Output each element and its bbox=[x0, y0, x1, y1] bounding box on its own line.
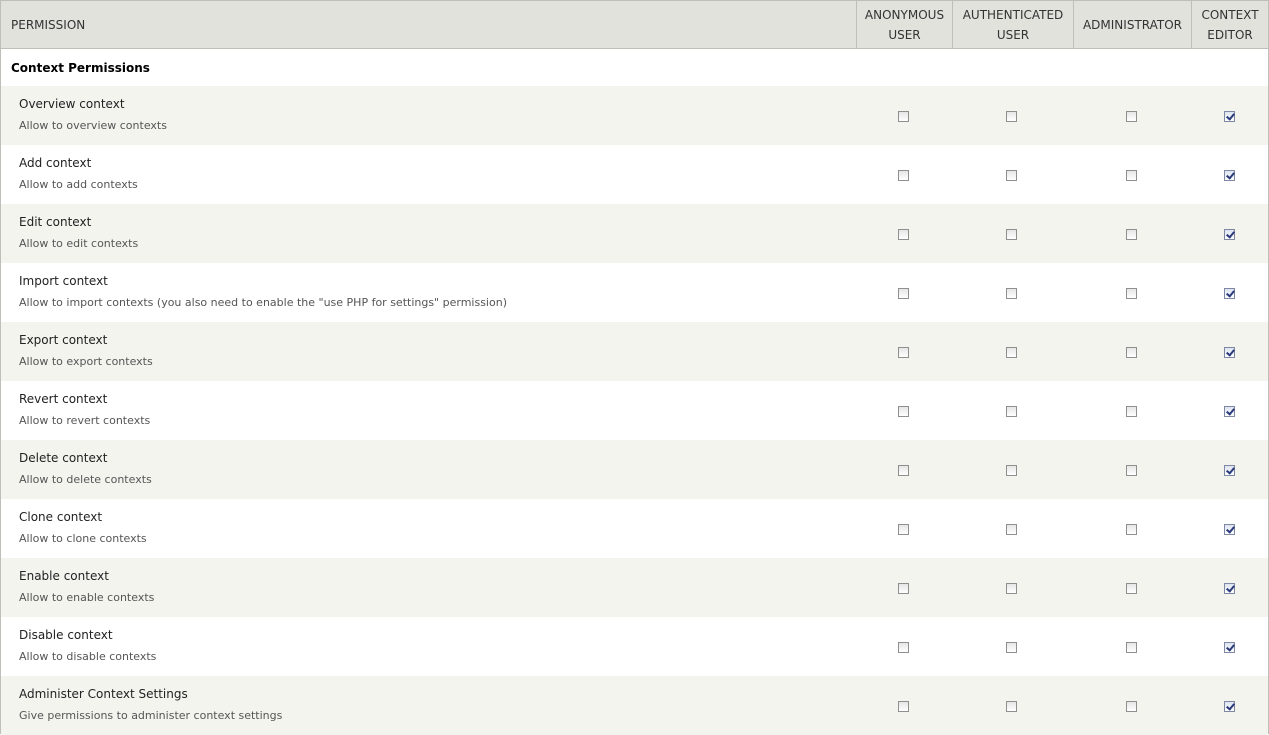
checkbox-context-editor[interactable] bbox=[1224, 170, 1235, 181]
checkbox-administrator[interactable] bbox=[1126, 524, 1137, 535]
checkbox-authenticated-user[interactable] bbox=[1006, 701, 1017, 712]
checkbox-anonymous-user[interactable] bbox=[898, 170, 909, 181]
permission-description: Allow to clone contexts bbox=[19, 532, 147, 545]
checkbox-context-editor[interactable] bbox=[1224, 701, 1235, 712]
checkbox-administrator[interactable] bbox=[1126, 583, 1137, 594]
checkbox-authenticated-user[interactable] bbox=[1006, 111, 1017, 122]
checkbox-context-editor[interactable] bbox=[1224, 406, 1235, 417]
checkbox-authenticated-user[interactable] bbox=[1006, 170, 1017, 181]
checkbox-administrator[interactable] bbox=[1126, 465, 1137, 476]
table-row: Clone context Allow to clone contexts bbox=[1, 499, 1268, 558]
module-title: Context Permissions bbox=[11, 61, 150, 75]
permission-name: Edit context bbox=[19, 215, 92, 229]
table-row: Disable context Allow to disable contexts bbox=[1, 617, 1268, 676]
permission-description: Allow to revert contexts bbox=[19, 414, 151, 427]
permission-description: Allow to edit contexts bbox=[19, 237, 139, 250]
checkbox-administrator[interactable] bbox=[1126, 111, 1137, 122]
checkbox-anonymous-user[interactable] bbox=[898, 406, 909, 417]
permissions-table: PERMISSION ANONYMOUS USER AUTHENTICATED … bbox=[0, 0, 1269, 735]
permission-description: Allow to disable contexts bbox=[19, 650, 157, 663]
checkbox-anonymous-user[interactable] bbox=[898, 583, 909, 594]
checkbox-administrator[interactable] bbox=[1126, 347, 1137, 358]
checkbox-context-editor[interactable] bbox=[1224, 347, 1235, 358]
module-row: Context Permissions bbox=[1, 49, 1268, 86]
checkbox-context-editor[interactable] bbox=[1224, 583, 1235, 594]
table-row: Administer Context Settings Give permissi… bbox=[1, 676, 1268, 735]
table-row: Enable context Allow to enable contexts bbox=[1, 558, 1268, 617]
permission-name: Import context bbox=[19, 274, 108, 288]
checkbox-anonymous-user[interactable] bbox=[898, 465, 909, 476]
checkbox-authenticated-user[interactable] bbox=[1006, 524, 1017, 535]
column-header-permission[interactable]: PERMISSION bbox=[1, 1, 856, 48]
checkbox-authenticated-user[interactable] bbox=[1006, 642, 1017, 653]
checkbox-anonymous-user[interactable] bbox=[898, 347, 909, 358]
permission-description: Allow to import contexts (you also need … bbox=[19, 296, 507, 309]
checkbox-administrator[interactable] bbox=[1126, 288, 1137, 299]
table-row: Overview context Allow to overview contex… bbox=[1, 86, 1268, 145]
checkbox-anonymous-user[interactable] bbox=[898, 701, 909, 712]
permission-name: Clone context bbox=[19, 510, 103, 524]
column-header-administrator[interactable]: ADMINISTRATOR bbox=[1073, 1, 1191, 48]
table-row: Export context Allow to export contexts bbox=[1, 322, 1268, 381]
column-header-authenticated-user[interactable]: AUTHENTICATED USER bbox=[952, 1, 1073, 48]
checkbox-context-editor[interactable] bbox=[1224, 642, 1235, 653]
checkbox-administrator[interactable] bbox=[1126, 642, 1137, 653]
permission-description: Allow to delete contexts bbox=[19, 473, 152, 486]
permission-description: Allow to enable contexts bbox=[19, 591, 155, 604]
permission-description: Allow to export contexts bbox=[19, 355, 153, 368]
checkbox-administrator[interactable] bbox=[1126, 406, 1137, 417]
checkbox-authenticated-user[interactable] bbox=[1006, 288, 1017, 299]
checkbox-authenticated-user[interactable] bbox=[1006, 347, 1017, 358]
permission-name: Revert context bbox=[19, 392, 108, 406]
permission-description: Allow to add contexts bbox=[19, 178, 138, 191]
checkbox-anonymous-user[interactable] bbox=[898, 524, 909, 535]
table-row: Delete context Allow to delete contexts bbox=[1, 440, 1268, 499]
permission-name: Disable context bbox=[19, 628, 113, 642]
checkbox-authenticated-user[interactable] bbox=[1006, 229, 1017, 240]
checkbox-administrator[interactable] bbox=[1126, 229, 1137, 240]
checkbox-anonymous-user[interactable] bbox=[898, 288, 909, 299]
checkbox-authenticated-user[interactable] bbox=[1006, 583, 1017, 594]
checkbox-administrator[interactable] bbox=[1126, 701, 1137, 712]
checkbox-context-editor[interactable] bbox=[1224, 465, 1235, 476]
permission-name: Administer Context Settings bbox=[19, 687, 188, 701]
checkbox-anonymous-user[interactable] bbox=[898, 642, 909, 653]
column-header-context-editor[interactable]: CONTEXT EDITOR bbox=[1191, 1, 1268, 48]
permission-description: Allow to overview contexts bbox=[19, 119, 167, 132]
checkbox-authenticated-user[interactable] bbox=[1006, 406, 1017, 417]
checkbox-anonymous-user[interactable] bbox=[898, 229, 909, 240]
table-header: PERMISSION ANONYMOUS USER AUTHENTICATED … bbox=[1, 1, 1268, 49]
table-row: Add context Allow to add contexts bbox=[1, 145, 1268, 204]
permission-name: Delete context bbox=[19, 451, 108, 465]
checkbox-context-editor[interactable] bbox=[1224, 524, 1235, 535]
checkbox-context-editor[interactable] bbox=[1224, 111, 1235, 122]
permission-name: Overview context bbox=[19, 97, 125, 111]
permission-description: Give permissions to administer context s… bbox=[19, 709, 283, 722]
permission-name: Add context bbox=[19, 156, 92, 170]
column-header-anonymous-user[interactable]: ANONYMOUS USER bbox=[856, 1, 952, 48]
checkbox-authenticated-user[interactable] bbox=[1006, 465, 1017, 476]
permission-name: Export context bbox=[19, 333, 108, 347]
permission-name: Enable context bbox=[19, 569, 109, 583]
checkbox-administrator[interactable] bbox=[1126, 170, 1137, 181]
table-row: Revert context Allow to revert contexts bbox=[1, 381, 1268, 440]
checkbox-context-editor[interactable] bbox=[1224, 288, 1235, 299]
checkbox-context-editor[interactable] bbox=[1224, 229, 1235, 240]
table-row: Edit context Allow to edit contexts bbox=[1, 204, 1268, 263]
checkbox-anonymous-user[interactable] bbox=[898, 111, 909, 122]
table-row: Import context Allow to import contexts (… bbox=[1, 263, 1268, 322]
